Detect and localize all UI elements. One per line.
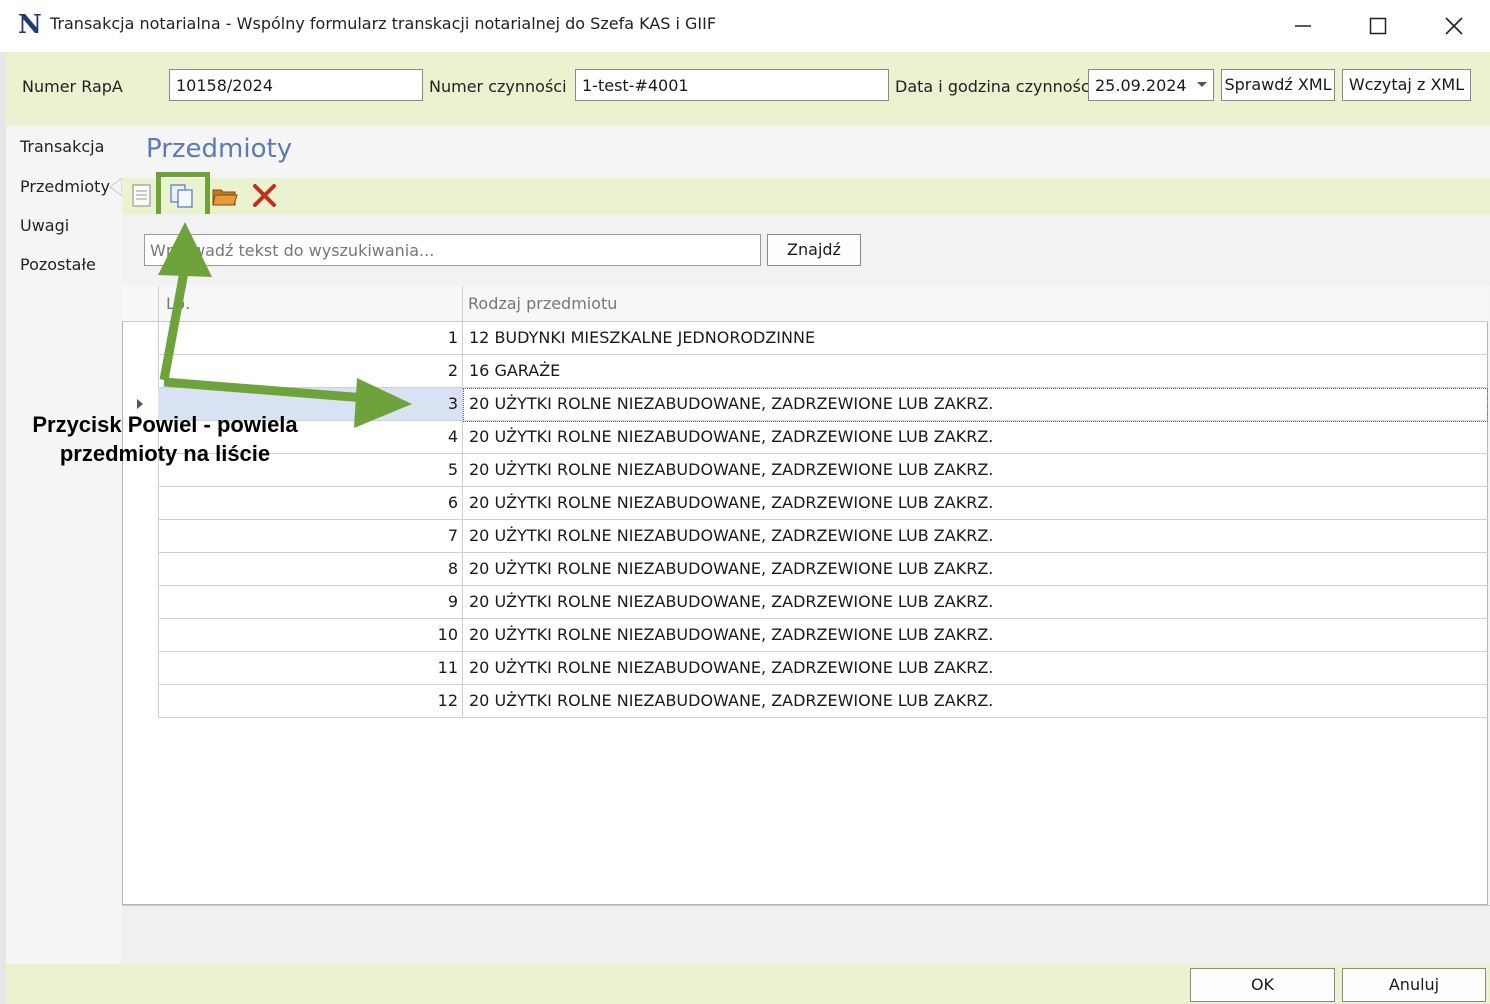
cancel-button[interactable]: Anuluj <box>1342 968 1486 1002</box>
table-row[interactable]: 5 20 UŻYTKI ROLNE NIEZABUDOWANE, ZADRZEWI… <box>158 454 1488 487</box>
open-button[interactable] <box>211 183 239 209</box>
annotation-line-1: Przycisk Powiel - powiela <box>32 412 298 437</box>
check-xml-button[interactable]: Sprawdź XML <box>1221 69 1335 101</box>
column-header-kind[interactable]: Rodzaj przedmiotu <box>468 294 617 313</box>
row-kind: 20 UŻYTKI ROLNE NIEZABUDOWANE, ZADRZEWIO… <box>469 559 994 578</box>
table-row[interactable]: 3 20 UŻYTKI ROLNE NIEZABUDOWANE, ZADRZEWI… <box>158 388 1488 422</box>
row-kind: 20 UŻYTKI ROLNE NIEZABUDOWANE, ZADRZEWIO… <box>469 691 994 710</box>
toolbar <box>122 178 1490 214</box>
row-kind: 16 GARAŻE <box>469 361 561 380</box>
open-folder-icon <box>212 189 238 206</box>
rapa-label: Numer RapA <box>22 77 123 96</box>
table-row[interactable]: 10 20 UŻYTKI ROLNE NIEZABUDOWANE, ZADRZEW… <box>158 619 1488 652</box>
table-row[interactable]: 12 20 UŻYTKI ROLNE NIEZABUDOWANE, ZADRZEW… <box>158 685 1488 718</box>
annotation-note: Przycisk Powiel - powiela przedmioty na … <box>20 410 310 468</box>
close-icon <box>1445 17 1463 35</box>
table-row[interactable]: 6 20 UŻYTKI ROLNE NIEZABUDOWANE, ZADRZEWI… <box>158 487 1488 520</box>
close-button[interactable] <box>1431 8 1477 44</box>
sidebar-item-przedmioty[interactable]: Przedmioty <box>20 177 110 196</box>
delete-x-icon <box>253 184 276 207</box>
new-document-icon <box>132 184 151 207</box>
chevron-down-icon[interactable] <box>1197 82 1207 87</box>
delete-button[interactable] <box>251 183 279 209</box>
row-kind: 20 UŻYTKI ROLNE NIEZABUDOWANE, ZADRZEWIO… <box>469 658 994 677</box>
page-title: Przedmioty <box>146 134 293 164</box>
sidebar-item-transakcja[interactable]: Transakcja <box>20 137 104 156</box>
row-lp: 1 <box>447 328 458 347</box>
active-tab-pointer-icon <box>109 178 122 196</box>
sidebar <box>6 126 122 964</box>
column-header-lp[interactable]: Lp. <box>166 294 190 313</box>
search-button[interactable]: Znajdź <box>767 234 861 266</box>
ok-button[interactable]: OK <box>1190 968 1335 1002</box>
table-row[interactable]: 2 16 GARAŻE <box>158 355 1488 388</box>
maximize-icon <box>1369 17 1387 35</box>
row-lp: 9 <box>447 592 458 611</box>
load-xml-button[interactable]: Wczytaj z XML <box>1342 69 1471 101</box>
table-row[interactable]: 4 20 UŻYTKI ROLNE NIEZABUDOWANE, ZADRZEWI… <box>158 421 1488 454</box>
row-lp: 12 <box>437 691 458 710</box>
minimize-icon <box>1295 25 1311 27</box>
table-row[interactable]: 7 20 UŻYTKI ROLNE NIEZABUDOWANE, ZADRZEWI… <box>158 520 1488 553</box>
rapa-input[interactable]: 10158/2024 <box>169 69 423 101</box>
sidebar-item-pozostale[interactable]: Pozostałe <box>20 255 96 274</box>
row-lp: 7 <box>447 526 458 545</box>
row-kind: 12 BUDYNKI MIESZKALNE JEDNORODZINNE <box>469 328 816 347</box>
row-lp: 6 <box>447 493 458 512</box>
czynnosc-label: Numer czynności <box>429 77 567 96</box>
row-lp: 11 <box>437 658 458 677</box>
maximize-button[interactable] <box>1355 8 1401 44</box>
row-lp: 8 <box>447 559 458 578</box>
search-input[interactable]: Wprowadź tekst do wyszukiwania... <box>144 234 761 266</box>
table-row[interactable]: 9 20 UŻYTKI ROLNE NIEZABUDOWANE, ZADRZEWI… <box>158 586 1488 619</box>
table-row[interactable]: 11 20 UŻYTKI ROLNE NIEZABUDOWANE, ZADRZEW… <box>158 652 1488 685</box>
window-title: Transakcja notarialna - Wspólny formular… <box>50 14 717 33</box>
czynnosc-input[interactable]: 1-test-#4001 <box>575 69 889 101</box>
row-indicator-icon <box>137 399 143 409</box>
new-item-button[interactable] <box>130 183 154 209</box>
annotation-line-2: przedmioty na liście <box>59 441 271 466</box>
row-kind: 20 UŻYTKI ROLNE NIEZABUDOWANE, ZADRZEWIO… <box>469 526 994 545</box>
row-kind: 20 UŻYTKI ROLNE NIEZABUDOWANE, ZADRZEWIO… <box>469 592 994 611</box>
row-lp: 2 <box>447 361 458 380</box>
sidebar-item-uwagi[interactable]: Uwagi <box>20 216 69 235</box>
row-kind: 20 UŻYTKI ROLNE NIEZABUDOWANE, ZADRZEWIO… <box>469 394 994 413</box>
grid-header <box>122 285 1488 322</box>
row-kind: 20 UŻYTKI ROLNE NIEZABUDOWANE, ZADRZEWIO… <box>469 460 994 479</box>
row-kind: 20 UŻYTKI ROLNE NIEZABUDOWANE, ZADRZEWIO… <box>469 493 994 512</box>
date-value: 25.09.2024 <box>1095 76 1187 95</box>
row-kind: 20 UŻYTKI ROLNE NIEZABUDOWANE, ZADRZEWIO… <box>469 427 994 446</box>
date-label: Data i godzina czynności <box>895 77 1095 96</box>
grid-footer <box>122 905 1490 964</box>
table-row[interactable]: 8 20 UŻYTKI ROLNE NIEZABUDOWANE, ZADRZEWI… <box>158 553 1488 586</box>
row-lp: 10 <box>437 625 458 644</box>
date-picker[interactable]: 25.09.2024 <box>1088 69 1214 101</box>
app-logo-icon: N <box>18 10 42 40</box>
minimize-button[interactable] <box>1280 8 1326 44</box>
table-row[interactable]: 1 12 BUDYNKI MIESZKALNE JEDNORODZINNE <box>158 322 1488 355</box>
row-kind: 20 UŻYTKI ROLNE NIEZABUDOWANE, ZADRZEWIO… <box>469 625 994 644</box>
